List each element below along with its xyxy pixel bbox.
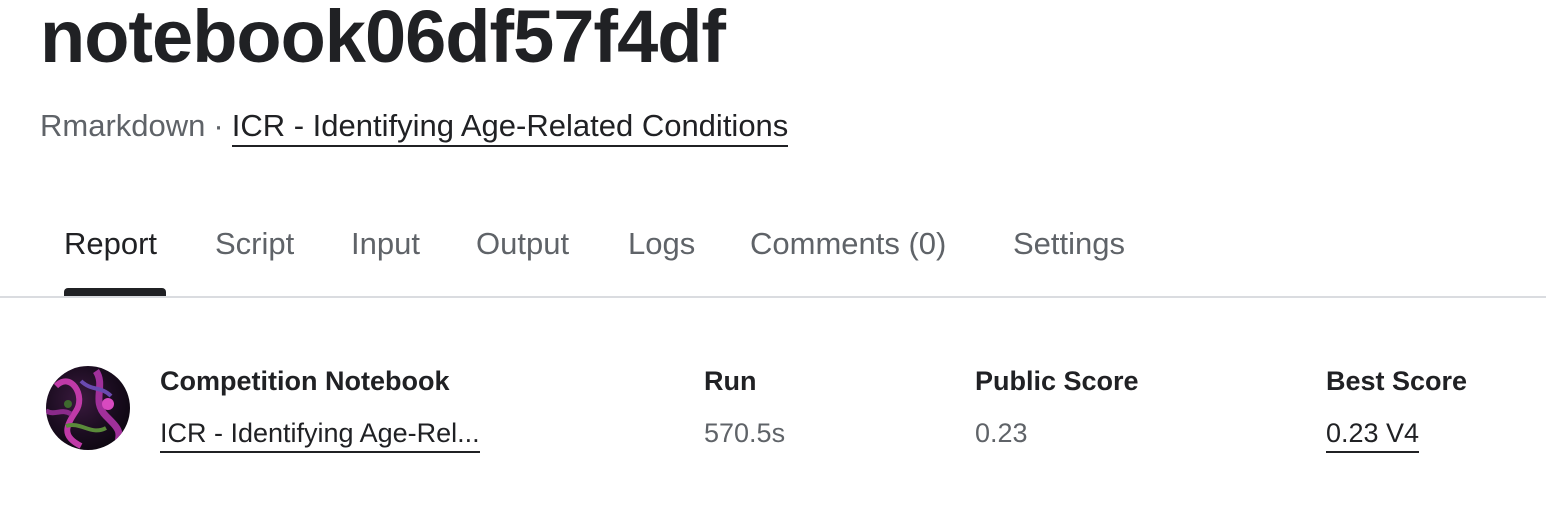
competition-link[interactable]: ICR - Identifying Age-Related Conditions <box>231 108 789 147</box>
language-label: Rmarkdown <box>40 108 206 143</box>
public-score-label: Public Score <box>975 366 1139 396</box>
notebook-page: notebook06df57f4df Rmarkdown · ICR - Ident… <box>0 0 1546 512</box>
active-tab-indicator <box>64 288 166 296</box>
competition-notebook-label: Competition Notebook <box>160 366 450 396</box>
tab-input[interactable]: Input <box>351 226 420 262</box>
tab-comments[interactable]: Comments (0) <box>750 226 946 262</box>
public-score-value: 0.23 <box>975 418 1028 448</box>
best-score-label: Best Score <box>1326 366 1468 396</box>
tab-script[interactable]: Script <box>215 226 294 262</box>
tab-output[interactable]: Output <box>476 226 569 262</box>
notebook-subtitle: Rmarkdown · ICR - Identifying Age-Related … <box>40 108 789 147</box>
tab-settings[interactable]: Settings <box>1013 226 1125 262</box>
best-score-link[interactable]: 0.23 V4 <box>1326 418 1420 453</box>
notebook-title: notebook06df57f4df <box>40 0 726 78</box>
run-value: 570.5s <box>704 418 786 448</box>
run-label: Run <box>704 366 757 396</box>
subtitle-separator: · <box>213 108 224 143</box>
tab-logs[interactable]: Logs <box>628 226 695 262</box>
notebook-tabs: Report Script Input Output Logs Comments… <box>0 208 1546 298</box>
tab-report[interactable]: Report <box>64 226 157 262</box>
competition-notebook-link[interactable]: ICR - Identifying Age-Rel... <box>160 418 480 453</box>
competition-thumbnail-icon[interactable] <box>46 366 130 450</box>
